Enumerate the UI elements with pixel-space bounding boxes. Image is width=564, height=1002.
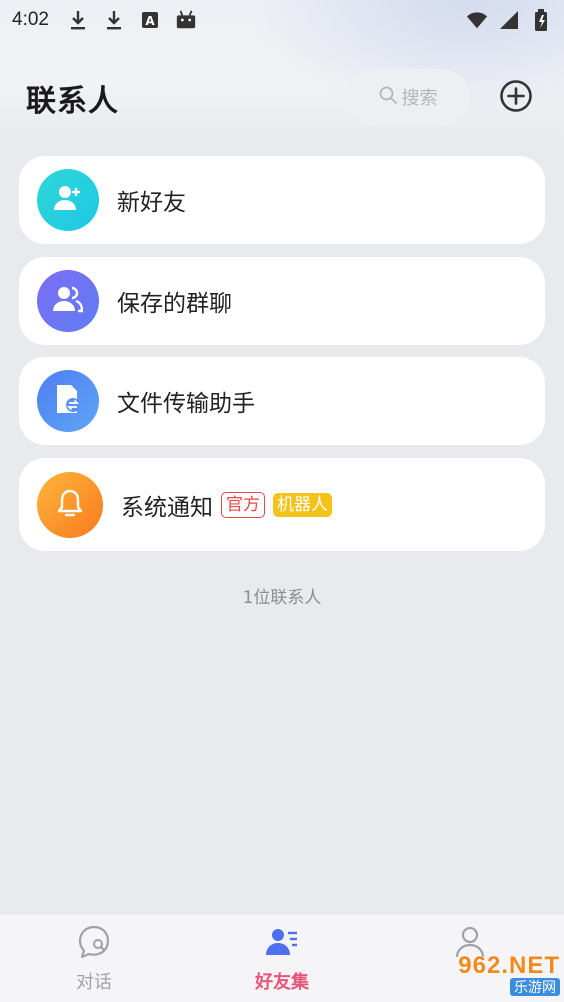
text-a-icon: A xyxy=(139,9,161,31)
status-bar: 4:02 A xyxy=(0,0,564,40)
wifi-icon xyxy=(466,9,488,31)
search-icon xyxy=(378,85,398,110)
search-placeholder: 搜索 xyxy=(401,88,438,109)
svg-text:A: A xyxy=(145,14,155,28)
bell-icon xyxy=(56,488,84,522)
avatar xyxy=(37,270,99,332)
download-icon xyxy=(67,9,89,31)
list-item-label: 新好友 xyxy=(117,190,186,216)
search-input[interactable]: 搜索 xyxy=(345,69,470,125)
file-transfer-icon xyxy=(54,383,82,419)
list-item-system-notification[interactable]: 系统通知 官方 机器人 xyxy=(19,458,545,551)
signal-icon xyxy=(498,9,520,31)
group-icon xyxy=(53,285,84,317)
android-icon xyxy=(175,9,197,31)
tab-label: 对话 xyxy=(76,972,112,993)
list-item-saved-groups[interactable]: 保存的群聊 xyxy=(19,257,545,345)
status-time: 4:02 xyxy=(12,9,49,30)
battery-icon xyxy=(530,9,552,31)
contact-count: 1位联系人 xyxy=(242,588,322,608)
plus-circle-icon xyxy=(499,79,533,117)
avatar xyxy=(37,471,103,538)
add-button[interactable] xyxy=(498,80,534,116)
watermark-sub: 乐游网 xyxy=(510,978,560,996)
avatar xyxy=(37,370,99,432)
watermark-logo: 962.NET 乐游网 xyxy=(426,952,560,998)
tab-friends[interactable]: 好友集 xyxy=(188,914,376,1002)
page-title: 联系人 xyxy=(26,84,119,119)
list-item-new-friends[interactable]: 新好友 xyxy=(19,156,545,244)
contacts-icon xyxy=(264,924,300,964)
watermark-main: 962.NET xyxy=(458,952,560,979)
avatar xyxy=(37,169,99,231)
status-icons-left: A xyxy=(67,9,197,31)
header: 联系人 搜索 xyxy=(0,60,564,136)
add-user-icon xyxy=(53,184,83,216)
list-item-label: 文件传输助手 xyxy=(117,391,255,417)
tab-label: 好友集 xyxy=(255,972,309,993)
download-icon xyxy=(103,9,125,31)
list-item-file-transfer[interactable]: 文件传输助手 xyxy=(19,357,545,445)
status-icons-right xyxy=(466,9,552,31)
chat-icon xyxy=(76,924,112,964)
official-badge: 官方 xyxy=(221,491,265,518)
list-item-label: 保存的群聊 xyxy=(117,291,232,317)
robot-badge: 机器人 xyxy=(273,492,332,517)
list-item-label: 系统通知 xyxy=(121,494,213,521)
tab-chat[interactable]: 对话 xyxy=(0,914,188,1002)
